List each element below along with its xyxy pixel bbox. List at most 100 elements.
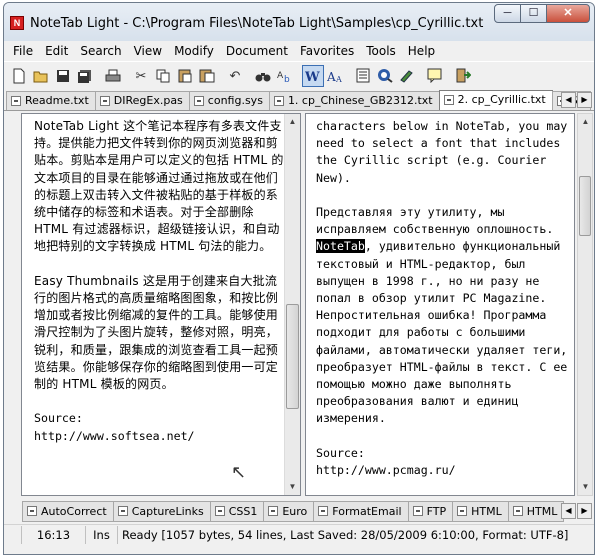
tab-cp-cyrillic[interactable]: 2. cp_Cyrillic.txt [438,90,553,110]
clipbook-tab-icon [214,506,225,516]
scroll-up-icon[interactable]: ▲ [285,114,300,130]
paste-special-icon[interactable] [196,65,218,87]
close-icon[interactable]: ✕ [546,4,590,23]
clipbook-tab-icon [268,506,279,516]
right-paragraph-1: characters below in NoteTab, you may nee… [316,119,568,185]
tab-diregex[interactable]: DIRegEx.pas [94,91,190,110]
outline-icon[interactable] [374,65,396,87]
clip-tab-css1[interactable]: CSS1 [209,501,265,522]
menu-modify[interactable]: Modify [168,41,220,61]
tab-config[interactable]: config.sys [188,91,270,110]
cursor-position: 16:13 [22,526,86,544]
menu-document[interactable]: Document [220,41,294,61]
font-size-icon[interactable]: AA [324,65,346,87]
scroll-thumb[interactable] [579,176,591,236]
tab-label: 2. cp_Cyrillic.txt [457,93,546,106]
right-vertical-scrollbar[interactable]: ▲ ▼ [577,113,593,496]
clip-label: CSS1 [228,505,258,518]
left-source-url: http://www.softsea.net/ [34,428,195,443]
save-all-icon[interactable] [74,65,96,87]
clip-label: CaptureLinks [131,505,204,518]
scroll-up-icon[interactable]: ▲ [578,114,593,130]
document-icon [273,96,284,106]
exit-icon[interactable] [452,65,474,87]
window-controls: ─ ☐ ✕ [494,4,590,23]
replace-icon[interactable]: Ab [274,65,296,87]
clip-tab-euro[interactable]: Euro [263,501,315,522]
window-title: NoteTab Light - C:\Program Files\NoteTab… [30,16,484,31]
left-pane-text[interactable]: NoteTab Light 这个笔记本程序有多表文件支持。提供能力把文件转到你的… [34,118,284,445]
left-gutter [6,113,20,496]
clip-label: FormatEmail [332,505,402,518]
tab-cp-chinese[interactable]: 1. cp_Chinese_GB2312.txt [268,91,440,110]
word-wrap-icon[interactable]: W [302,64,324,87]
tab-label: config.sys [207,94,263,107]
clip-tab-autocorrect[interactable]: AutoCorrect [22,501,114,522]
editor-pane-right[interactable]: characters below in NoteTab, you may nee… [305,113,575,496]
right-pane-text[interactable]: characters below in NoteTab, you may nee… [316,118,568,479]
menu-edit[interactable]: Edit [39,41,74,61]
title-bar[interactable]: N NoteTab Light - C:\Program Files\NoteT… [4,3,594,41]
menu-view[interactable]: View [128,41,168,61]
clipbook-tab-icon [457,506,468,516]
scroll-thumb[interactable] [286,304,299,409]
status-info: Ready [1057 bytes, 54 lines, Last Saved:… [122,528,569,542]
clip-tab-capturelinks[interactable]: CaptureLinks [112,501,211,522]
menu-tools[interactable]: Tools [360,41,402,61]
save-icon[interactable] [52,65,74,87]
svg-text:A: A [277,71,284,81]
clipbook-tab-icon [117,506,128,516]
menu-favorites[interactable]: Favorites [294,41,360,61]
right-paragraph-2-start: Представляя эту утилиту, мы исправляем с… [316,205,554,237]
find-icon[interactable] [252,65,274,87]
help-icon[interactable] [424,65,446,87]
document-icon [443,95,454,105]
tab-scroll-right-icon[interactable]: ▶ [577,92,592,108]
clip-tab-formatemail[interactable]: FormatEmail [313,501,409,522]
copy-icon[interactable] [152,65,174,87]
tab-scroll-left-icon[interactable]: ◀ [561,92,576,108]
status-bar: 16:13 Ins Ready [1057 bytes, 54 lines, L… [4,524,594,544]
toolbar: ✂ ↶ Ab W AA [4,61,594,89]
paste-icon[interactable] [174,65,196,87]
clip-tab-html-2[interactable]: HTML [507,501,565,522]
clipbook-tab-icon [412,506,423,516]
maximize-icon[interactable]: ☐ [520,4,547,23]
tab-scroll-buttons: ◀ ▶ [560,92,592,108]
clip-tab-ftp[interactable]: FTP [407,501,454,522]
cut-icon[interactable]: ✂ [130,65,152,87]
open-folder-icon[interactable] [30,65,52,87]
menu-help[interactable]: Help [402,41,441,61]
minimize-icon[interactable]: ─ [494,4,521,23]
right-paragraph-2-end: , удивительно функциональный текстовый и… [316,239,568,426]
scroll-down-icon[interactable]: ▼ [578,479,593,495]
selected-text[interactable]: NoteTab [316,239,365,254]
svg-text:b: b [284,75,290,83]
tab-readme[interactable]: Readme.txt [6,91,96,110]
document-icon [11,96,21,106]
clip-tab-html[interactable]: HTML [452,501,509,522]
svg-text:A: A [327,70,336,83]
app-window: N NoteTab Light - C:\Program Files\NoteT… [3,2,595,555]
clip-scroll-left-icon[interactable]: ◀ [561,503,576,519]
menu-search[interactable]: Search [74,41,127,61]
clipbook-icon[interactable] [352,65,374,87]
editor-pane-left[interactable]: NoteTab Light 这个笔记本程序有多表文件支持。提供能力把文件转到你的… [21,113,301,496]
clipbook-tab-icon [27,506,37,516]
left-vertical-scrollbar[interactable]: ▲ ▼ [284,114,300,495]
tab-label: 1. cp_Chinese_GB2312.txt [287,94,433,107]
insert-mode[interactable]: Ins [86,526,118,544]
tab-label: DIRegEx.pas [113,94,183,107]
left-source-label: Source: [34,411,83,426]
clip-scroll-right-icon[interactable]: ▶ [577,503,592,519]
scroll-down-icon[interactable]: ▼ [285,479,300,495]
clip-label: AutoCorrect [41,505,107,518]
undo-icon[interactable]: ↶ [224,65,246,87]
print-icon[interactable] [102,65,124,87]
new-file-icon[interactable] [8,65,30,87]
document-tabs: Readme.txt DIRegEx.pas config.sys 1. cp_… [4,90,594,111]
mouse-pointer-icon: ↖ [231,462,247,482]
menu-file[interactable]: File [7,41,39,61]
notetab-icon[interactable]: N [10,16,24,30]
spell-check-icon[interactable] [396,65,418,87]
